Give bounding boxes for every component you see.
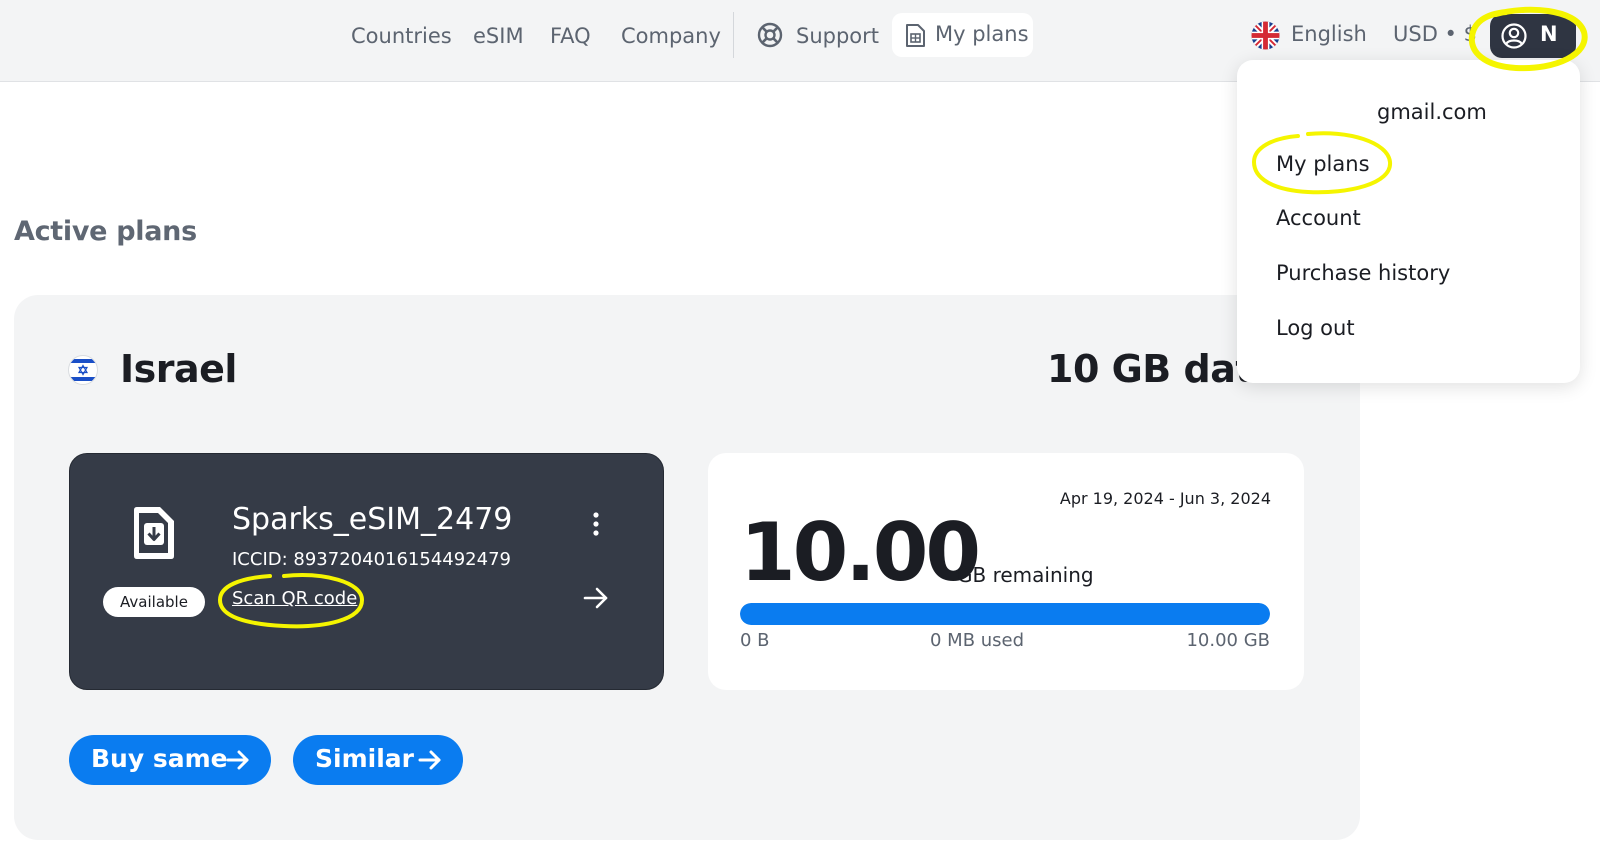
menu-item-my-plans[interactable]: My plans <box>1276 152 1370 176</box>
menu-item-account[interactable]: Account <box>1276 206 1361 230</box>
esim-status-badge: Available <box>103 587 205 617</box>
scan-qr-code-link[interactable]: Scan QR code <box>232 588 357 609</box>
plan-card: Israel 10 GB data Available Sparks_eSIM_… <box>14 295 1360 840</box>
more-options-icon[interactable] <box>586 509 606 539</box>
similar-plans-button[interactable]: Similar <box>293 735 463 785</box>
data-usage-card: Apr 19, 2024 - Jun 3, 2024 10.00 GB rema… <box>708 453 1304 690</box>
buy-same-button[interactable]: Buy same <box>69 735 271 785</box>
nav-countries-link[interactable]: Countries <box>351 22 452 50</box>
israel-flag-icon <box>68 355 98 385</box>
user-avatar-icon <box>1501 23 1527 49</box>
data-usage-bar <box>740 603 1270 625</box>
active-plans-title: Active plans <box>14 216 197 247</box>
nav-divider <box>733 12 734 58</box>
arrow-right-icon[interactable] <box>582 584 610 612</box>
data-remaining-label: GB remaining <box>957 563 1094 587</box>
buy-same-label: Buy same <box>91 744 228 773</box>
usage-min-label: 0 B <box>740 630 770 651</box>
lifebuoy-icon[interactable] <box>757 22 783 48</box>
arrow-right-icon <box>226 750 249 770</box>
usage-max-label: 10.00 GB <box>1186 630 1270 651</box>
user-dropdown-menu: gmail.com My plans Account Purchase hist… <box>1237 60 1580 383</box>
nav-my-plans-label: My plans <box>935 22 1029 46</box>
page: Countries eSIM FAQ Company Support My pl… <box>0 0 1600 861</box>
language-label: English <box>1291 22 1367 46</box>
esim-card[interactable]: Available Sparks_eSIM_2479 ICCID: 893720… <box>69 453 664 690</box>
usage-used-label: 0 MB used <box>930 630 1025 651</box>
esim-name: Sparks_eSIM_2479 <box>232 502 513 537</box>
nav-company-link[interactable]: Company <box>621 22 721 50</box>
data-remaining-value: 10.00 <box>740 506 981 599</box>
esim-download-icon <box>134 507 174 559</box>
nav-support-link[interactable]: Support <box>796 22 879 50</box>
uk-flag-icon <box>1251 21 1280 50</box>
user-menu-button[interactable]: N <box>1490 14 1576 58</box>
sim-card-icon <box>906 24 925 47</box>
user-initial: N <box>1540 22 1558 46</box>
esim-iccid: ICCID: 8937204016154492479 <box>232 549 511 570</box>
data-usage-bar-fill <box>740 603 1270 625</box>
nav-my-plans-button[interactable]: My plans <box>892 13 1033 57</box>
plan-date-range: Apr 19, 2024 - Jun 3, 2024 <box>1059 489 1271 508</box>
nav-esim-link[interactable]: eSIM <box>473 22 524 50</box>
similar-label: Similar <box>315 744 414 773</box>
menu-item-log-out[interactable]: Log out <box>1276 316 1355 340</box>
user-email: gmail.com <box>1377 100 1487 124</box>
menu-item-purchase-history[interactable]: Purchase history <box>1276 261 1450 285</box>
arrow-right-icon <box>418 750 441 770</box>
currency-selector[interactable]: USD • $ <box>1393 22 1477 46</box>
nav-faq-link[interactable]: FAQ <box>550 22 591 50</box>
plan-country-name: Israel <box>120 347 237 391</box>
